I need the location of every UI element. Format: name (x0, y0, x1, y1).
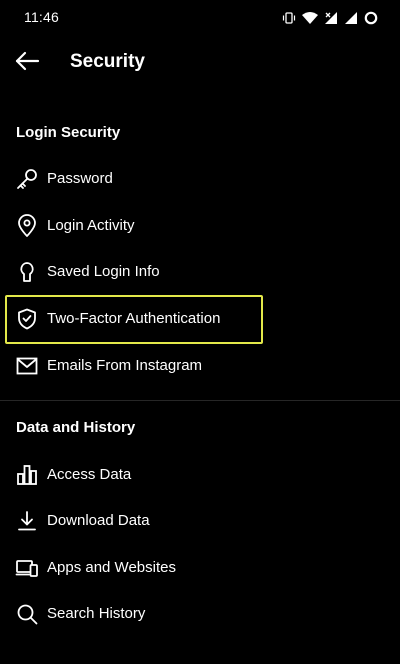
section-title-data-and-history: Data and History (16, 419, 136, 436)
menu-item-label: Download Data (47, 512, 150, 529)
menu-item-label: Apps and Websites (47, 559, 176, 576)
download-icon (14, 508, 40, 534)
status-icons (282, 9, 378, 27)
page-title: Security (70, 51, 145, 72)
menu-item-emails-from-instagram[interactable]: Emails From Instagram (0, 343, 400, 389)
keyhole-icon (14, 259, 40, 285)
menu-item-apps-and-websites[interactable]: Apps and Websites (0, 545, 400, 591)
bar-chart-icon (14, 462, 40, 488)
key-icon (14, 166, 40, 192)
wifi-icon (302, 11, 318, 25)
menu-item-label: Search History (47, 605, 146, 622)
menu-item-label: Two-Factor Authentication (47, 310, 221, 327)
section-title-login-security: Login Security (16, 124, 121, 141)
location-pin-icon (14, 213, 40, 239)
menu-item-label: Saved Login Info (47, 263, 160, 280)
menu-item-search-history[interactable]: Search History (0, 591, 400, 637)
signal-icon (344, 11, 358, 25)
menu-item-login-activity[interactable]: Login Activity (0, 203, 400, 249)
menu-item-label: Password (47, 170, 113, 187)
shield-check-icon (14, 306, 40, 332)
menu-item-label: Access Data (47, 466, 132, 483)
section-divider (0, 400, 400, 401)
status-bar: 11:46 (0, 0, 400, 36)
menu-item-label: Emails From Instagram (47, 357, 203, 374)
arrow-left-icon (14, 51, 40, 76)
menu-item-saved-login-info[interactable]: Saved Login Info (0, 249, 400, 295)
signal-x-icon (324, 11, 338, 25)
menu-item-two-factor-authentication[interactable]: Two-Factor Authentication (0, 296, 400, 342)
app-header: Security (0, 36, 400, 90)
status-time: 11:46 (24, 9, 59, 25)
menu-item-access-data[interactable]: Access Data (0, 452, 400, 498)
menu-item-download-data[interactable]: Download Data (0, 498, 400, 544)
back-button[interactable] (10, 48, 44, 78)
menu-item-label: Login Activity (47, 217, 135, 234)
menu-item-password[interactable]: Password (0, 156, 400, 202)
devices-icon (14, 555, 40, 581)
battery-ring-icon (364, 11, 378, 25)
mail-icon (14, 353, 40, 379)
vibrate-icon (282, 11, 296, 25)
search-icon (14, 601, 40, 627)
